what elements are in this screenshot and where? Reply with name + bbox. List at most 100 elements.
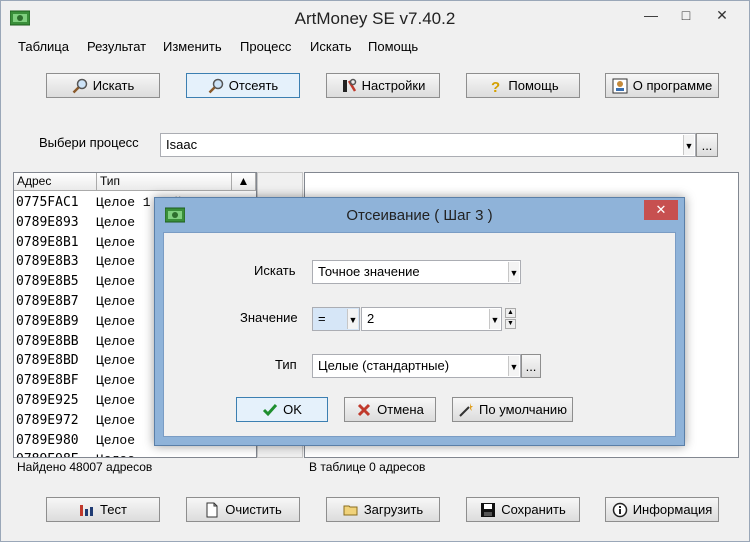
- row-type: Целое: [96, 274, 136, 290]
- operator-value: =: [318, 311, 326, 326]
- floppy-disk-icon: [481, 502, 496, 517]
- menu-table[interactable]: Таблица: [18, 39, 69, 54]
- row-type: Целое: [96, 254, 136, 270]
- row-address: 0789E98E: [16, 450, 79, 457]
- question-icon: ?: [491, 79, 500, 94]
- filter-button[interactable]: Отсеять: [186, 73, 300, 98]
- tools-icon: [342, 78, 356, 92]
- search-mode-select[interactable]: Точное значение ▼: [312, 260, 521, 284]
- row-address: 0789E8B9: [16, 313, 79, 329]
- value-text: 2: [367, 311, 375, 326]
- value-input[interactable]: 2 ▼: [361, 307, 502, 331]
- scroll-up-icon[interactable]: ▲: [232, 173, 256, 191]
- row-type: Целое: [96, 214, 136, 230]
- row-address: 0775FAC1: [16, 195, 79, 210]
- row-type: Целое: [96, 432, 136, 448]
- menu-result[interactable]: Результат: [87, 39, 146, 54]
- about-button-label: О программе: [632, 78, 713, 93]
- chevron-down-icon: ▼: [508, 356, 519, 376]
- row-address: 0789E980: [16, 432, 79, 448]
- filter-dialog: Отсеивание ( Шаг 3 ) ✕ Искать Точное зна…: [154, 197, 685, 446]
- folder-icon: [343, 505, 358, 515]
- checkmark-icon: [263, 403, 278, 416]
- dialog-close-button[interactable]: ✕: [644, 200, 678, 220]
- process-browse-button[interactable]: ...: [696, 133, 718, 157]
- spin-up-icon[interactable]: ▲: [505, 308, 516, 318]
- about-button[interactable]: О программе: [605, 73, 719, 98]
- row-type: Целое: [96, 313, 136, 329]
- search-mode-label: Искать: [254, 263, 296, 278]
- test-button[interactable]: Тест: [46, 497, 160, 522]
- chevron-down-icon: ▼: [683, 135, 694, 155]
- table-count: В таблице 0 адресов: [309, 460, 426, 474]
- help-button[interactable]: ? Помощь: [466, 73, 580, 98]
- info-icon: [612, 502, 627, 517]
- save-button[interactable]: Сохранить: [466, 497, 580, 522]
- row-type: Целое: [96, 450, 135, 457]
- chevron-down-icon: ▼: [347, 309, 358, 329]
- row-address: 0789E8BD: [16, 353, 79, 369]
- maximize-button[interactable]: □: [671, 3, 701, 27]
- search-button[interactable]: Искать: [46, 73, 160, 98]
- load-button[interactable]: Загрузить: [326, 497, 440, 522]
- default-button-label: По умолчанию: [479, 402, 567, 417]
- found-count: Найдено 48007 адресов: [17, 460, 153, 474]
- chart-icon: [80, 504, 94, 516]
- menu-edit[interactable]: Изменить: [163, 39, 222, 54]
- close-button[interactable]: ✕: [707, 3, 737, 27]
- row-type: Целое: [96, 294, 136, 309]
- minimize-button[interactable]: —: [636, 3, 666, 27]
- process-label: Выбери процесс: [39, 135, 139, 150]
- settings-button[interactable]: Настройки: [326, 73, 440, 98]
- cancel-button[interactable]: Отмена: [344, 397, 436, 422]
- operator-select[interactable]: = ▼: [312, 307, 360, 331]
- cancel-button-label: Отмена: [377, 402, 424, 417]
- magnifier-icon: [72, 78, 87, 93]
- menu-help[interactable]: Помощь: [368, 39, 418, 54]
- menu-search[interactable]: Искать: [310, 39, 352, 54]
- dialog-title: Отсеивание ( Шаг 3 ): [346, 207, 493, 224]
- type-select[interactable]: Целые (стандартные) ▼: [312, 354, 521, 378]
- process-select[interactable]: Isaac ▼: [160, 133, 696, 157]
- row-address: 0789E925: [16, 393, 79, 408]
- cross-icon: [358, 403, 371, 416]
- help-button-label: Помощь: [508, 78, 559, 93]
- clear-button[interactable]: Очистить: [186, 497, 300, 522]
- test-button-label: Тест: [100, 502, 127, 517]
- column-header-address[interactable]: Адрес: [14, 173, 97, 191]
- search-button-label: Искать: [92, 78, 135, 93]
- type-browse-button[interactable]: ...: [521, 354, 541, 378]
- row-address: 0789E8B1: [16, 234, 79, 250]
- magnifier-icon: [208, 78, 224, 93]
- row-address: 0789E8B5: [16, 274, 79, 290]
- chevron-down-icon: ▼: [489, 309, 500, 329]
- default-button[interactable]: По умолчанию: [452, 397, 573, 422]
- process-value: Isaac: [166, 137, 198, 152]
- row-type: Целое: [96, 393, 136, 408]
- filter-button-label: Отсеять: [228, 78, 279, 93]
- type-label: Тип: [275, 357, 297, 372]
- about-icon: [612, 78, 628, 93]
- row-address: 0789E972: [16, 412, 79, 428]
- ok-button[interactable]: OK: [236, 397, 328, 422]
- title-bar[interactable]: ArtMoney SE v7.40.2 — □ ✕: [1, 1, 749, 36]
- row-type: Целое: [96, 333, 136, 349]
- row-type: Целое: [96, 234, 136, 250]
- row-address: 0789E8BF: [16, 373, 79, 389]
- info-button[interactable]: Информация: [605, 497, 719, 522]
- clear-button-label: Очистить: [225, 502, 282, 517]
- save-button-label: Сохранить: [501, 502, 566, 517]
- ok-button-label: OK: [283, 402, 302, 417]
- info-button-label: Информация: [632, 502, 713, 517]
- settings-button-label: Настройки: [361, 78, 426, 93]
- menu-process[interactable]: Процесс: [240, 39, 291, 54]
- row-address: 0789E893: [16, 214, 79, 230]
- dialog-body: Искать Точное значение ▼ Значение = ▼ 2 …: [163, 232, 676, 437]
- row-address: 0789E8B3: [16, 254, 79, 270]
- spin-down-icon[interactable]: ▼: [505, 319, 516, 329]
- value-label: Значение: [240, 310, 298, 325]
- row-address: 0789E8B7: [16, 294, 79, 309]
- column-header-type[interactable]: Тип: [97, 173, 232, 191]
- row-address: 0789E8BB: [16, 333, 79, 349]
- table-row[interactable]: 0789E98E Целое: [14, 450, 232, 457]
